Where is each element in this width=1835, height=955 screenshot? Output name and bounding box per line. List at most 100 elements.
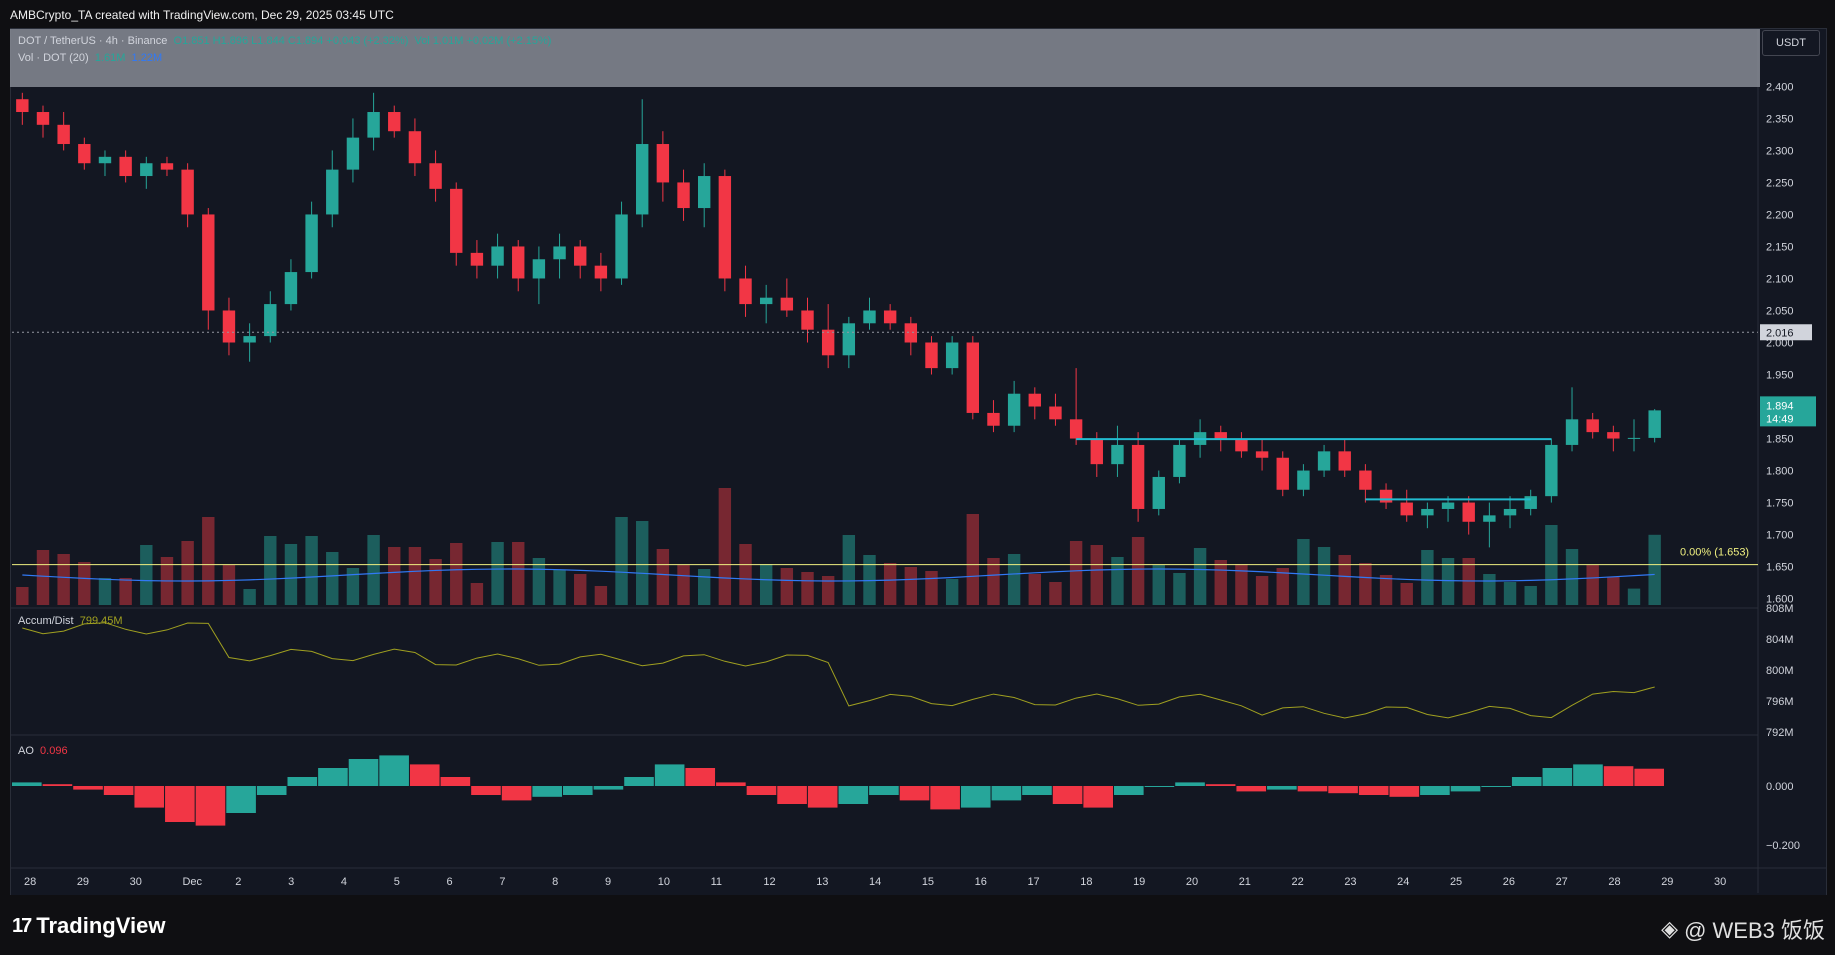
volume-bar xyxy=(1648,534,1661,605)
symbol-label[interactable]: DOT / TetherUS · 4h · Binance xyxy=(18,35,167,47)
volume-bar xyxy=(1400,583,1413,605)
price-tick-label: 1.850 xyxy=(1766,434,1794,446)
ao-bar xyxy=(318,768,348,786)
time-tick-label: 22 xyxy=(1292,876,1304,888)
price-tick-label: 2.050 xyxy=(1766,305,1794,317)
candle-body xyxy=(119,156,132,177)
time-tick-label: 26 xyxy=(1503,876,1515,888)
ao-bar xyxy=(1114,786,1144,795)
currency-selector[interactable]: USDT xyxy=(1762,30,1820,56)
candle-body xyxy=(1090,438,1103,465)
volume-bar xyxy=(574,574,587,605)
time-tick-label: 21 xyxy=(1239,876,1251,888)
ao-bar xyxy=(409,764,440,786)
volume-bar xyxy=(1607,577,1620,605)
ao-bar xyxy=(1083,786,1113,808)
ao-bar xyxy=(1603,766,1634,786)
ao-bar xyxy=(1634,768,1664,786)
level-price-label: 2.016 xyxy=(1766,327,1794,339)
candle-body xyxy=(284,272,298,305)
vol-indicator-label[interactable]: Vol · DOT (20) xyxy=(18,52,89,64)
ao-bar xyxy=(165,786,195,822)
time-tick-label: 16 xyxy=(975,876,987,888)
ohlc-values: O1.851 H1.896 L1.844 C1.894 +0.043 (+2.3… xyxy=(173,35,409,47)
ao-bar xyxy=(1052,786,1083,804)
volume-bar xyxy=(1565,549,1579,605)
volume-bar xyxy=(1379,575,1393,605)
candle-body xyxy=(181,169,194,215)
time-tick-label: 29 xyxy=(1661,876,1673,888)
candle-body xyxy=(677,182,690,209)
volume-bar xyxy=(1090,545,1103,605)
candle-body xyxy=(1524,496,1537,509)
ao-bar xyxy=(777,786,807,804)
time-tick-label: 28 xyxy=(1608,876,1620,888)
volume-bar xyxy=(346,568,360,605)
candle-body xyxy=(78,144,91,164)
ao-bar xyxy=(1542,768,1573,786)
candle-body xyxy=(739,278,752,305)
candle-body xyxy=(553,246,566,260)
ao-legend[interactable]: AO 0.096 xyxy=(18,745,68,757)
candle-body xyxy=(1131,444,1145,509)
candle-body xyxy=(1235,438,1248,452)
candle-body xyxy=(1462,502,1475,522)
volume-bar xyxy=(36,550,50,605)
candle-body xyxy=(574,246,587,266)
tradingview-screen: AMBCrypto_TA created with TradingView.co… xyxy=(0,0,1835,955)
volume-bar xyxy=(57,554,70,605)
candle-body xyxy=(532,259,546,279)
volume-bar xyxy=(1214,560,1227,605)
candle-body xyxy=(801,310,814,330)
ao-value: 0.096 xyxy=(40,745,68,757)
volume-bar xyxy=(1255,576,1269,605)
volume-bar xyxy=(615,517,628,605)
ao-tick-label: 0.000 xyxy=(1766,781,1794,793)
candle-body xyxy=(408,131,422,164)
time-tick-label: 30 xyxy=(1714,876,1726,888)
candle-body xyxy=(36,112,50,125)
countdown-label: 14:49 xyxy=(1766,413,1794,425)
volume-legend[interactable]: Vol · DOT (20) 1.61M 1.22M xyxy=(18,52,162,64)
price-tick-label: 2.100 xyxy=(1766,273,1794,285)
time-tick-label: 12 xyxy=(763,876,775,888)
candle-body xyxy=(718,176,732,279)
candle-body xyxy=(966,342,980,413)
symbol-legend[interactable]: DOT / TetherUS · 4h · Binance O1.851 H1.… xyxy=(18,35,551,47)
price-tick-label: 2.200 xyxy=(1766,209,1794,221)
candle-body xyxy=(1317,451,1331,471)
candle-body xyxy=(1255,451,1269,458)
volume-bar xyxy=(739,544,752,605)
tv-mark-icon: 17 xyxy=(12,914,32,937)
volume-bar xyxy=(1627,588,1641,605)
volume-bar xyxy=(140,545,153,605)
volume-bar xyxy=(243,589,256,605)
vol-value-1: 1.61M xyxy=(94,52,126,64)
ao-bar xyxy=(1236,786,1267,792)
accum-legend[interactable]: Accum/Dist 799.45M xyxy=(18,615,123,627)
ao-bar xyxy=(869,786,899,795)
volume-bar xyxy=(367,535,380,605)
candle-body xyxy=(1565,419,1579,445)
candle-body xyxy=(1007,393,1021,426)
candle-body xyxy=(987,412,1000,426)
volume-bar xyxy=(1359,563,1372,605)
ao-bar xyxy=(991,786,1022,801)
ao-bar xyxy=(807,786,838,808)
volume-bar xyxy=(1193,548,1207,605)
candle-body xyxy=(16,99,29,113)
accum-tick-label: 804M xyxy=(1766,634,1794,646)
tradingview-logo[interactable]: 17 TradingView xyxy=(12,913,165,939)
fib-level-label: 0.00% (1.653) xyxy=(1680,547,1749,559)
time-tick-label: 11 xyxy=(711,876,722,888)
ao-title[interactable]: AO xyxy=(18,745,34,757)
candle-body xyxy=(883,310,897,324)
volume-bar xyxy=(1421,550,1434,605)
accum-title[interactable]: Accum/Dist xyxy=(18,615,74,627)
candle-body xyxy=(594,265,608,279)
candle-body xyxy=(57,124,70,145)
candle-body xyxy=(1276,457,1289,490)
chart-canvas[interactable]: 2.400 2.350 2.300 2.250 2.200 2.150 2.100 2.050… xyxy=(0,0,1835,955)
time-tick-label: 23 xyxy=(1344,876,1356,888)
candle-body xyxy=(697,176,711,209)
